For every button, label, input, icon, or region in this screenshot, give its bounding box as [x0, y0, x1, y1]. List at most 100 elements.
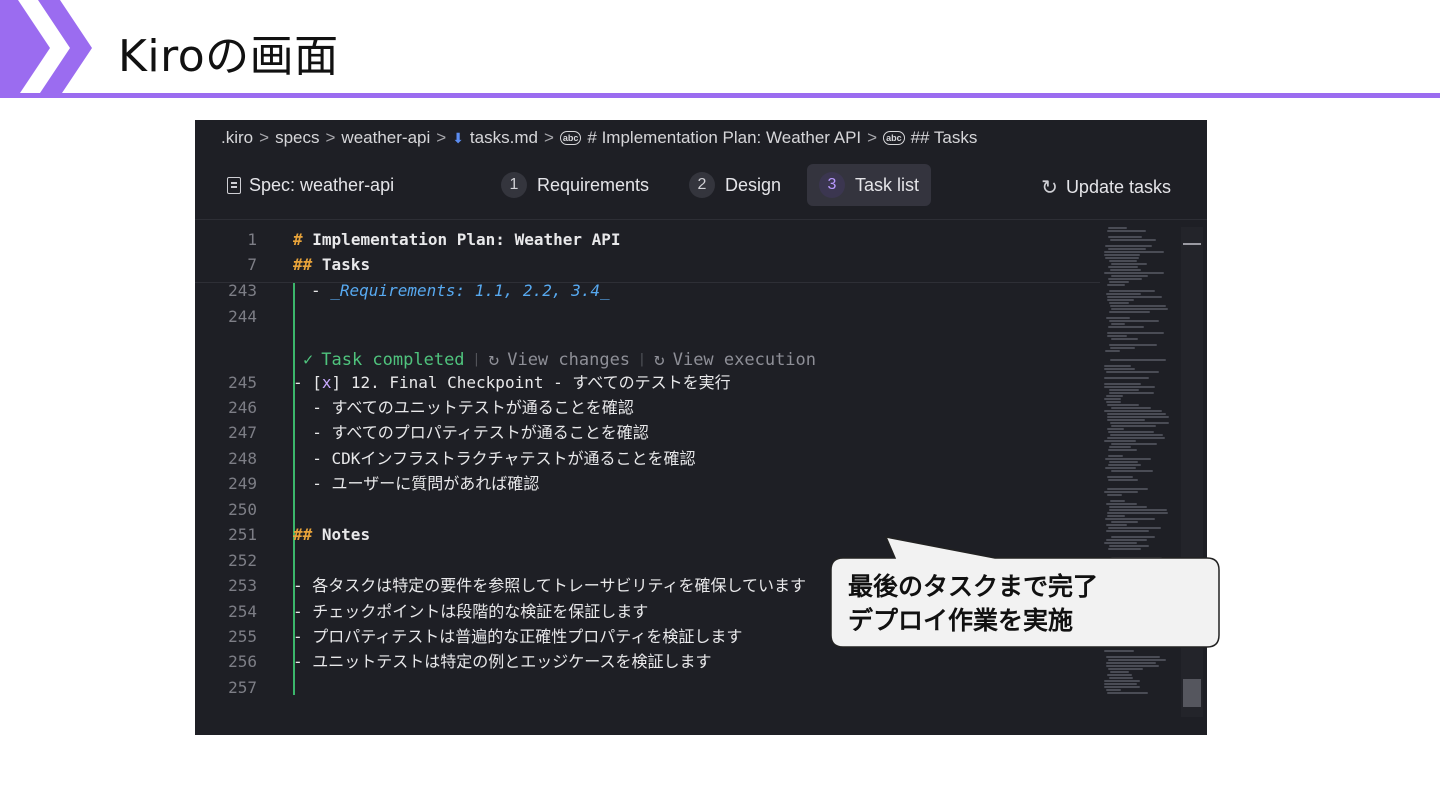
minimap-line [1110, 500, 1125, 502]
vertical-scrollbar[interactable] [1181, 227, 1203, 717]
minimap-line [1104, 632, 1134, 634]
minimap-line [1108, 227, 1127, 229]
minimap-line [1108, 659, 1166, 661]
minimap-line [1104, 542, 1137, 544]
minimap-line [1109, 545, 1149, 547]
line-number: 255 [228, 627, 257, 646]
minimap-line [1107, 284, 1125, 286]
callout-line-2: デプロイ作業を実施 [848, 606, 1074, 635]
breadcrumb-item-heading1[interactable]: # Implementation Plan: Weather API [587, 128, 861, 148]
breadcrumb-item-file[interactable]: tasks.md [470, 128, 538, 148]
minimap-line [1109, 506, 1147, 508]
breadcrumb-item-specs[interactable]: specs [275, 128, 319, 148]
tab-requirements[interactable]: 1 Requirements [489, 164, 661, 206]
slide-title: Kiroの画面 [118, 31, 339, 82]
code-editor[interactable]: 1 # Implementation Plan: Weather API 7 #… [195, 227, 1100, 717]
minimap-line [1107, 590, 1125, 592]
scrollbar-thumb[interactable] [1183, 679, 1201, 707]
minimap-line [1107, 602, 1154, 604]
line-number: 248 [228, 449, 257, 468]
breadcrumb-item-heading2[interactable]: ## Tasks [911, 128, 978, 148]
minimap-line [1109, 260, 1137, 262]
minimap-line [1107, 596, 1121, 598]
minimap-line [1108, 248, 1146, 250]
minimap-line [1110, 269, 1141, 271]
minimap-line [1108, 278, 1142, 280]
minimap-line [1107, 428, 1124, 430]
sticky-line[interactable]: 7 ## Tasks [195, 252, 1100, 277]
requirements-reference: _Requirements: 1.1, 2.2, 3.4_ [330, 281, 610, 300]
spec-toolbar: Spec: weather-api 1 Requirements 2 Desig… [195, 164, 1207, 210]
minimap[interactable] [1100, 227, 1180, 707]
minimap-line [1107, 437, 1165, 439]
document-icon [227, 177, 241, 194]
minimap-line [1106, 623, 1134, 625]
minimap-line [1108, 620, 1125, 622]
minimap-line [1111, 611, 1167, 613]
line-number: 247 [228, 423, 257, 442]
update-tasks-button[interactable]: ↻ Update tasks [1041, 175, 1171, 200]
minimap-line [1104, 254, 1140, 256]
minimap-line [1108, 527, 1161, 529]
minimap-line [1110, 359, 1166, 361]
minimap-line [1105, 467, 1136, 469]
tab-design[interactable]: 2 Design [677, 164, 793, 206]
minimap-line [1108, 548, 1141, 550]
line-text: - ユニットテストは特定の例とエッジケースを検証します [293, 652, 712, 671]
symbol-string-icon: abc [883, 131, 905, 145]
minimap-line [1109, 344, 1157, 346]
minimap-line [1106, 689, 1121, 691]
minimap-line [1107, 515, 1125, 517]
minimap-line [1107, 476, 1133, 478]
line-number: 253 [228, 576, 257, 595]
minimap-line [1109, 302, 1129, 304]
minimap-line [1109, 281, 1129, 283]
minimap-line [1106, 401, 1121, 403]
minimap-line [1109, 290, 1155, 292]
minimap-line [1111, 557, 1162, 559]
minimap-line [1104, 686, 1140, 688]
minimap-line [1104, 440, 1136, 442]
tab-task-list[interactable]: 3 Task list [807, 164, 932, 206]
line-text: - すべてのプロパティテストが通ることを確認 [293, 423, 649, 442]
minimap-line [1107, 692, 1148, 694]
step-number: 1 [501, 172, 527, 198]
minimap-line [1104, 365, 1131, 367]
line-number: 254 [228, 602, 257, 621]
task-checkbox[interactable]: x [322, 373, 332, 392]
minimap-line [1110, 422, 1169, 424]
sticky-line[interactable]: 1 # Implementation Plan: Weather API [195, 227, 1100, 252]
line-number: 243 [228, 281, 257, 300]
minimap-line [1107, 674, 1132, 676]
minimap-line [1104, 368, 1135, 370]
breadcrumb-item-weather-api[interactable]: weather-api [341, 128, 430, 148]
breadcrumb-separator: > [325, 128, 336, 147]
minimap-line [1104, 377, 1149, 379]
minimap-line [1107, 416, 1169, 418]
minimap-line [1104, 644, 1125, 646]
minimap-line [1104, 599, 1122, 601]
minimap-line [1106, 293, 1141, 295]
breadcrumb-item-kiro[interactable]: .kiro [221, 128, 253, 148]
minimap-line [1107, 332, 1164, 334]
line-text: - 各タスクは特定の要件を参照してトレーサビリティを確保しています [293, 576, 807, 595]
minimap-line [1106, 665, 1159, 667]
minimap-line [1108, 668, 1143, 670]
minimap-line [1109, 392, 1154, 394]
minimap-line [1108, 266, 1138, 268]
minimap-line [1109, 389, 1139, 391]
minimap-line [1104, 398, 1121, 400]
minimap-line [1107, 638, 1147, 640]
minimap-line [1111, 407, 1151, 409]
line-number: 251 [228, 525, 257, 544]
heading-marker: # [293, 230, 303, 249]
step-number: 2 [689, 172, 715, 198]
minimap-line [1106, 572, 1168, 574]
minimap-line [1109, 446, 1131, 448]
line-number: 252 [228, 551, 257, 570]
minimap-line [1104, 410, 1162, 412]
minimap-line [1110, 671, 1129, 673]
minimap-line [1111, 521, 1138, 523]
minimap-line [1108, 614, 1167, 616]
breadcrumb-separator: > [543, 128, 554, 147]
